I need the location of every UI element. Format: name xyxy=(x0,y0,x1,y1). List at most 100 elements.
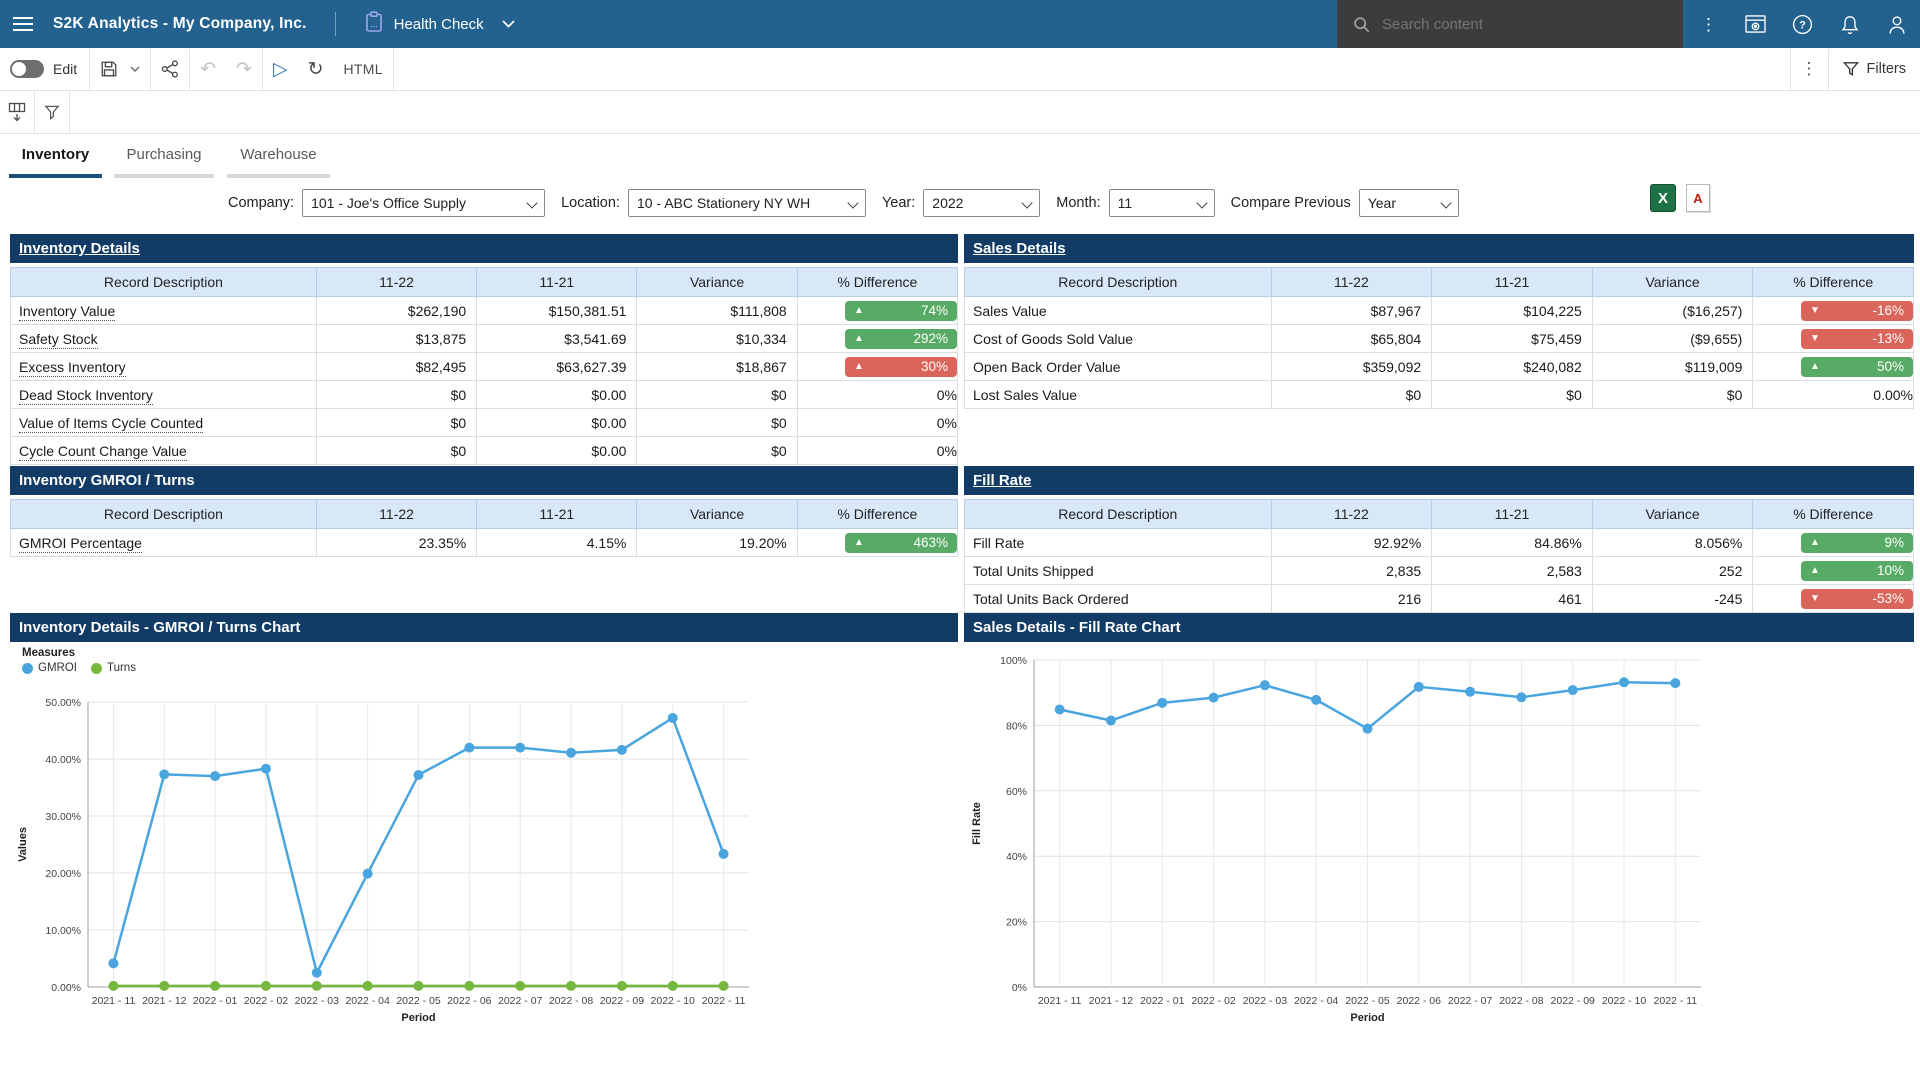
topbar-divider xyxy=(335,12,336,36)
svg-text:0%: 0% xyxy=(1012,982,1027,994)
panel-title-link[interactable]: Sales Details xyxy=(973,240,1066,257)
save-button[interactable] xyxy=(90,48,128,90)
record-drill-link[interactable]: Safety Stock xyxy=(19,331,98,349)
difference-badge: ▲10% xyxy=(1801,561,1913,581)
location-select[interactable]: 10 - ABC Stationery NY WH xyxy=(628,189,866,217)
value-cell: 252 xyxy=(1592,557,1753,585)
run-button[interactable]: ▷ xyxy=(263,48,298,90)
refresh-button[interactable]: ↻ xyxy=(298,48,334,90)
column-header: Record Description xyxy=(965,500,1272,529)
svg-text:10.00%: 10.00% xyxy=(45,925,81,937)
compare-previous-select[interactable]: Year xyxy=(1359,189,1459,217)
share-button[interactable] xyxy=(151,48,189,90)
notifications-bell-icon[interactable] xyxy=(1826,0,1873,48)
export-excel-icon[interactable]: X xyxy=(1650,184,1676,212)
help-icon[interactable]: ? xyxy=(1779,0,1826,48)
record-drill-link[interactable]: Value of Items Cycle Counted xyxy=(19,415,203,433)
user-account-icon[interactable] xyxy=(1873,0,1920,48)
company-select[interactable]: 101 - Joe's Office Supply xyxy=(302,189,545,217)
tab-warehouse[interactable]: Warehouse xyxy=(227,134,330,178)
legend-item[interactable]: Turns xyxy=(91,662,136,674)
edit-toggle[interactable] xyxy=(10,60,44,78)
svg-text:2022 - 08: 2022 - 08 xyxy=(549,995,594,1007)
panel-title: Inventory GMROI / Turns xyxy=(19,472,195,489)
table-row: Dead Stock Inventory$0$0.00$00% xyxy=(11,381,958,409)
record-label: Lost Sales Value xyxy=(973,387,1077,403)
svg-text:50.00%: 50.00% xyxy=(45,697,81,709)
difference-badge: ▲292% xyxy=(845,329,957,349)
svg-text:2022 - 11: 2022 - 11 xyxy=(702,995,746,1007)
inventory-gmroi-turns-table: Record Description11-2211-21Variance% Di… xyxy=(10,499,958,557)
fill-rate-table: Record Description11-2211-21Variance% Di… xyxy=(964,499,1914,613)
filters-button[interactable]: Filters xyxy=(1829,61,1920,77)
svg-text:20.00%: 20.00% xyxy=(45,868,81,880)
svg-text:2021 - 11: 2021 - 11 xyxy=(1038,995,1082,1007)
record-drill-link[interactable]: Inventory Value xyxy=(19,303,115,321)
column-header: Record Description xyxy=(11,268,317,297)
svg-text:2022 - 09: 2022 - 09 xyxy=(1551,995,1596,1007)
app-title: S2K Analytics - My Company, Inc. xyxy=(53,15,307,33)
value-cell: $82,495 xyxy=(316,353,476,381)
legend-item[interactable]: GMROI xyxy=(22,662,77,674)
redo-button[interactable]: ↷ xyxy=(226,48,262,90)
table-row: Lost Sales Value$0$0$00.00% xyxy=(965,381,1914,409)
value-cell: $0 xyxy=(1271,381,1432,409)
value-cell: ($9,655) xyxy=(1592,325,1753,353)
value-cell: $0 xyxy=(637,437,797,465)
report-widget-bar xyxy=(0,91,1920,134)
record-drill-link[interactable]: Cycle Count Change Value xyxy=(19,443,187,461)
legend-dot-icon xyxy=(22,663,33,674)
report-title: Health Check xyxy=(394,16,484,33)
more-options-icon[interactable]: ⋮ xyxy=(1685,0,1732,48)
search-input[interactable] xyxy=(1380,15,1654,34)
svg-text:100%: 100% xyxy=(1000,655,1027,667)
difference-value: -53% xyxy=(1872,591,1904,606)
table-row: Safety Stock$13,875$3,541.69$10,334▲292% xyxy=(11,325,958,353)
html-view-button[interactable]: HTML xyxy=(334,48,393,90)
report-switcher[interactable]: Health Check xyxy=(364,11,515,38)
value-cell: 23.35% xyxy=(316,529,476,557)
year-select[interactable]: 2022 xyxy=(923,189,1040,217)
trend-up-icon: ▲ xyxy=(854,361,864,372)
chevron-down-icon[interactable] xyxy=(502,20,515,28)
svg-text:2022 - 06: 2022 - 06 xyxy=(447,995,492,1007)
top-app-bar: S2K Analytics - My Company, Inc. Health … xyxy=(0,0,1920,48)
hamburger-menu-icon[interactable] xyxy=(13,13,33,35)
value-cell: $359,092 xyxy=(1271,353,1432,381)
fill-rate-panel: Fill Rate Record Description11-2211-21Va… xyxy=(964,466,1914,613)
trend-up-icon: ▲ xyxy=(1810,537,1820,548)
month-select[interactable]: 11 xyxy=(1109,189,1215,217)
prompt-table-icon[interactable] xyxy=(0,91,35,133)
svg-text:Fill Rate: Fill Rate xyxy=(971,802,983,845)
filter-funnel-icon xyxy=(1843,61,1859,77)
column-header: 11-21 xyxy=(1432,500,1593,529)
value-cell: $3,541.69 xyxy=(477,325,637,353)
filter-icon[interactable] xyxy=(35,91,70,133)
panel-title-link[interactable]: Inventory Details xyxy=(19,240,140,257)
record-drill-link[interactable]: GMROI Percentage xyxy=(19,535,142,553)
tab-inventory[interactable]: Inventory xyxy=(9,134,102,178)
record-label: Total Units Shipped xyxy=(973,563,1094,579)
year-label: Year: xyxy=(882,195,915,211)
column-header: 11-21 xyxy=(1432,268,1593,297)
difference-badge: ▲9% xyxy=(1801,533,1913,553)
table-row: Open Back Order Value$359,092$240,082$11… xyxy=(965,353,1914,381)
undo-button[interactable]: ↶ xyxy=(190,48,226,90)
value-cell: $75,459 xyxy=(1432,325,1593,353)
record-drill-link[interactable]: Excess Inventory xyxy=(19,359,126,377)
panel-title-link[interactable]: Fill Rate xyxy=(973,472,1031,489)
difference-value: 74% xyxy=(921,303,948,318)
difference-value: 292% xyxy=(913,331,948,346)
record-drill-link[interactable]: Dead Stock Inventory xyxy=(19,387,153,405)
toolbar-more-options-icon[interactable]: ⋮ xyxy=(1791,48,1828,90)
svg-text:2022 - 07: 2022 - 07 xyxy=(1448,995,1493,1007)
preview-icon[interactable] xyxy=(1732,0,1779,48)
table-row: Value of Items Cycle Counted$0$0.00$00% xyxy=(11,409,958,437)
value-cell: $63,627.39 xyxy=(477,353,637,381)
tab-purchasing[interactable]: Purchasing xyxy=(114,134,214,178)
value-cell: $0 xyxy=(637,381,797,409)
export-pdf-icon[interactable]: A xyxy=(1686,184,1710,212)
table-row: Sales Value$87,967$104,225($16,257)▼-16% xyxy=(965,297,1914,325)
record-label: Cost of Goods Sold Value xyxy=(973,331,1133,347)
save-options-chevron-icon[interactable] xyxy=(128,48,150,90)
